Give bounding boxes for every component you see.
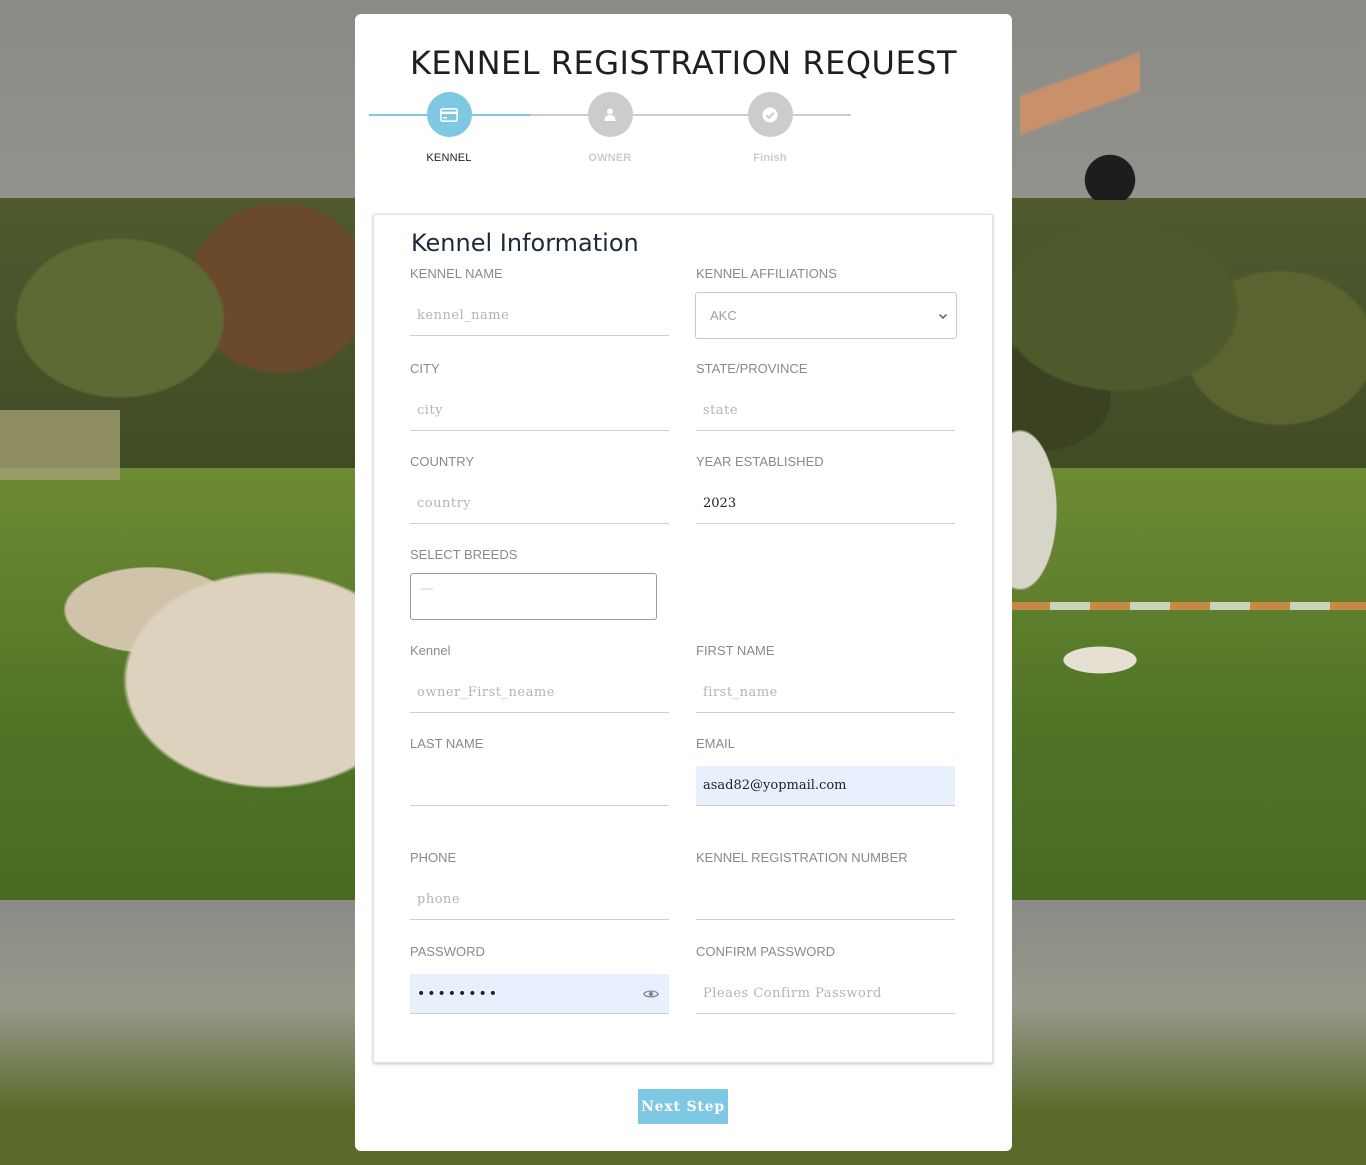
registration-card: KENNEL REGISTRATION REQUEST KENNEL OWNER… xyxy=(355,14,1012,1151)
city-field: CITY xyxy=(410,360,669,431)
registration-number-input[interactable] xyxy=(696,880,955,920)
kennel-owner-field: Kennel xyxy=(410,642,669,713)
check-icon xyxy=(747,92,793,137)
step-label: KENNEL xyxy=(426,152,472,164)
kennel-name-field: KENNEL NAME xyxy=(410,265,669,336)
eye-icon[interactable] xyxy=(643,986,659,1002)
next-step-button[interactable]: Next Step xyxy=(638,1089,728,1124)
select-breeds-label: SELECT BREEDS xyxy=(410,547,518,562)
kennel-affiliations-label: KENNEL AFFILIATIONS xyxy=(696,266,837,281)
country-input[interactable] xyxy=(410,484,669,524)
password-field: PASSWORD xyxy=(410,943,669,1014)
password-input[interactable] xyxy=(410,974,669,1014)
state-label: STATE/PROVINCE xyxy=(696,361,808,376)
step-label: OWNER xyxy=(588,152,632,164)
kennel-owner-label: Kennel xyxy=(410,643,451,658)
last-name-label: LAST NAME xyxy=(410,736,484,751)
year-established-label: YEAR ESTABLISHED xyxy=(696,454,824,469)
state-input[interactable] xyxy=(696,391,955,431)
page-title: KENNEL REGISTRATION REQUEST xyxy=(409,44,958,82)
email-input[interactable] xyxy=(696,766,955,806)
phone-input[interactable] xyxy=(410,880,669,920)
step-finish[interactable]: Finish xyxy=(720,92,820,164)
phone-field: PHONE xyxy=(410,849,669,920)
email-field: EMAIL xyxy=(696,735,955,806)
confirm-password-input[interactable] xyxy=(696,974,955,1014)
kennel-name-input[interactable] xyxy=(410,296,669,336)
kennel-information-panel: Kennel Information KENNEL NAME KENNEL AF… xyxy=(373,214,993,1063)
year-established-input[interactable] xyxy=(696,484,955,524)
confirm-password-field: CONFIRM PASSWORD xyxy=(696,943,955,1014)
wizard-stepper: KENNEL OWNER Finish xyxy=(355,92,1012,182)
email-label: EMAIL xyxy=(696,736,736,751)
kennel-owner-input[interactable] xyxy=(410,673,669,713)
chevron-down-icon xyxy=(938,293,948,338)
first-name-label: FIRST NAME xyxy=(696,643,775,658)
user-icon xyxy=(587,92,633,137)
credit-card-icon xyxy=(426,92,472,137)
last-name-input[interactable] xyxy=(410,766,669,806)
country-field: COUNTRY xyxy=(410,453,669,524)
kennel-affiliations-value: AKC xyxy=(710,308,737,323)
select-breeds-input[interactable]: — xyxy=(410,573,657,620)
select-breeds-placeholder: — xyxy=(421,581,433,595)
kennel-affiliations-field: KENNEL AFFILIATIONS AKC xyxy=(695,265,957,339)
city-label: CITY xyxy=(410,361,440,376)
kennel-name-label: KENNEL NAME xyxy=(410,266,503,281)
confirm-password-label: CONFIRM PASSWORD xyxy=(696,944,836,959)
state-field: STATE/PROVINCE xyxy=(696,360,955,431)
registration-number-field: KENNEL REGISTRATION NUMBER xyxy=(696,849,955,920)
password-label: PASSWORD xyxy=(410,944,485,959)
registration-number-label: KENNEL REGISTRATION NUMBER xyxy=(696,850,908,865)
year-established-field: YEAR ESTABLISHED xyxy=(696,453,955,524)
step-owner[interactable]: OWNER xyxy=(560,92,660,164)
step-kennel[interactable]: KENNEL xyxy=(399,92,499,164)
first-name-input[interactable] xyxy=(696,673,955,713)
country-label: COUNTRY xyxy=(410,454,475,469)
last-name-field: LAST NAME xyxy=(410,735,669,806)
first-name-field: FIRST NAME xyxy=(696,642,955,713)
step-label: Finish xyxy=(753,152,787,164)
city-input[interactable] xyxy=(410,391,669,431)
kennel-affiliations-select[interactable]: AKC xyxy=(695,292,957,339)
section-title: Kennel Information xyxy=(411,229,639,257)
phone-label: PHONE xyxy=(410,850,457,865)
select-breeds-field: SELECT BREEDS — xyxy=(410,546,669,620)
